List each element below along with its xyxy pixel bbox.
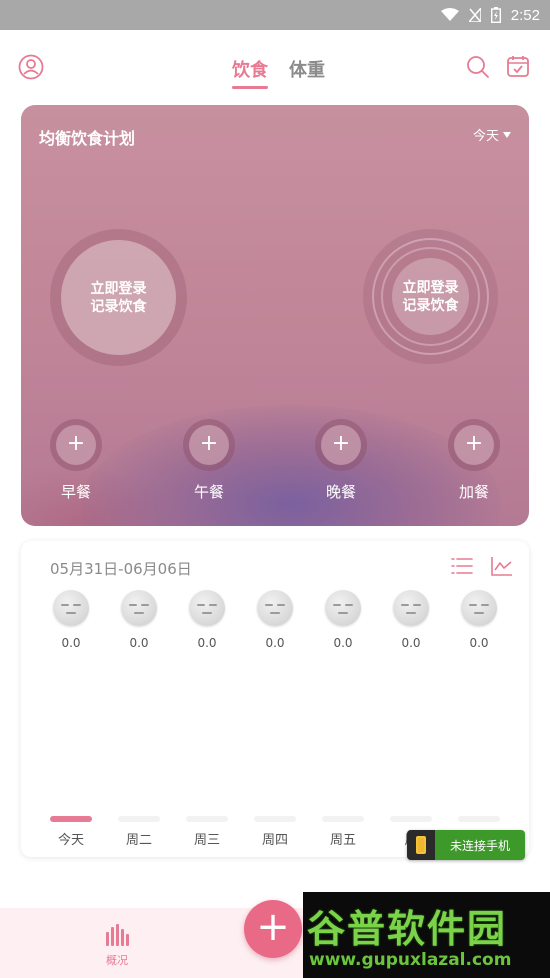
add-dinner-button[interactable]: +	[315, 419, 367, 471]
neutral-face-icon	[393, 590, 429, 626]
add-record-button[interactable]: +	[244, 900, 302, 958]
day-bar	[390, 816, 432, 822]
day-bar	[118, 816, 160, 822]
day-value: 0.0	[333, 636, 353, 650]
battery-icon	[490, 7, 501, 23]
login-line-1: 立即登录	[402, 279, 459, 296]
day-label[interactable]: 周三	[182, 829, 232, 848]
chart-view-icon[interactable]	[491, 556, 513, 576]
neutral-face-icon	[257, 590, 293, 626]
day-column: 0.0	[255, 590, 295, 650]
day-column: 0.0	[459, 590, 499, 650]
plus-icon: +	[56, 425, 96, 465]
login-line-2: 记录饮食	[90, 298, 147, 315]
plus-icon: +	[321, 425, 361, 465]
toast-text: 未连接手机	[449, 838, 510, 853]
day-label[interactable]: 周五	[318, 829, 368, 848]
day-column: 0.0	[119, 590, 159, 650]
status-bar: 2:52	[0, 0, 550, 30]
day-value: 0.0	[401, 636, 421, 650]
neutral-face-icon	[189, 590, 225, 626]
plus-icon: +	[454, 425, 494, 465]
day-value: 0.0	[197, 636, 217, 650]
tab-diet[interactable]: 饮食	[232, 56, 268, 82]
phone-icon	[407, 830, 435, 860]
add-breakfast-button[interactable]: +	[50, 419, 102, 471]
meal-label: 晚餐	[325, 483, 356, 501]
meal-snack[interactable]: + 加餐	[447, 419, 501, 502]
day-bar	[186, 816, 228, 822]
day-bar	[322, 816, 364, 822]
meal-label: 午餐	[193, 483, 224, 501]
watermark-url: www.gupuxlazal.com	[309, 950, 512, 970]
day-bar-active	[50, 816, 92, 822]
overview-label: 概况	[106, 954, 128, 967]
day-bar	[254, 816, 296, 822]
calendar-check-icon[interactable]	[506, 54, 532, 80]
neutral-face-icon	[53, 590, 89, 626]
plan-title: 均衡饮食计划	[39, 129, 136, 148]
watermark-title: 谷普软件园	[307, 907, 508, 951]
tab-active-indicator	[232, 86, 268, 89]
day-label[interactable]: 周二	[114, 829, 164, 848]
bar-chart-icon	[106, 924, 129, 946]
login-line-2: 记录饮食	[402, 297, 459, 314]
day-value: 0.0	[61, 636, 81, 650]
day-column: 0.0	[51, 590, 91, 650]
day-value: 0.0	[129, 636, 149, 650]
neutral-face-icon	[325, 590, 361, 626]
meal-breakfast[interactable]: + 早餐	[49, 419, 103, 502]
wifi-icon	[440, 8, 459, 22]
meal-label: 加餐	[458, 483, 489, 501]
date-range: 05月31日-06月06日	[50, 560, 192, 578]
period-selector[interactable]: 今天	[473, 125, 511, 144]
day-column: 0.0	[323, 590, 363, 650]
tab-weight[interactable]: 体重	[289, 56, 325, 82]
day-value: 0.0	[469, 636, 489, 650]
search-icon[interactable]	[465, 54, 491, 80]
add-lunch-button[interactable]: +	[183, 419, 235, 471]
diet-plan-card: 均衡饮食计划 今天 立即登录 记录饮食 立即登录 记录饮食 + 早餐 + 午餐 …	[21, 105, 529, 526]
intake-circle[interactable]: 立即登录 记录饮食	[50, 229, 187, 366]
plus-icon: +	[189, 425, 229, 465]
day-label[interactable]: 周四	[250, 829, 300, 848]
meal-label: 早餐	[60, 483, 91, 501]
tab-overview[interactable]: 概况	[100, 924, 134, 968]
add-snack-button[interactable]: +	[448, 419, 500, 471]
user-icon[interactable]	[18, 54, 44, 80]
burn-circle[interactable]: 立即登录 记录饮食	[363, 229, 498, 364]
weekly-summary-card: 05月31日-06月06日 0.0 0.0 0.0 0.0 0.0 0.0 0.…	[21, 541, 529, 857]
no-signal-icon	[468, 8, 481, 22]
meal-lunch[interactable]: + 午餐	[182, 419, 236, 502]
connection-toast[interactable]: 未连接手机	[407, 830, 525, 860]
day-value: 0.0	[265, 636, 285, 650]
watermark: 谷普软件园 www.gupuxlazal.com	[303, 892, 550, 978]
neutral-face-icon	[121, 590, 157, 626]
login-line-1: 立即登录	[90, 280, 147, 297]
meal-dinner[interactable]: + 晚餐	[314, 419, 368, 502]
day-bar	[458, 816, 500, 822]
day-label[interactable]: 今天	[46, 829, 96, 848]
caret-down-icon	[503, 131, 511, 138]
day-column: 0.0	[187, 590, 227, 650]
neutral-face-icon	[461, 590, 497, 626]
list-view-icon[interactable]	[451, 557, 473, 575]
day-column: 0.0	[391, 590, 431, 650]
status-time: 2:52	[510, 6, 540, 24]
top-nav: 饮食 体重	[0, 30, 550, 104]
period-label: 今天	[472, 129, 499, 144]
